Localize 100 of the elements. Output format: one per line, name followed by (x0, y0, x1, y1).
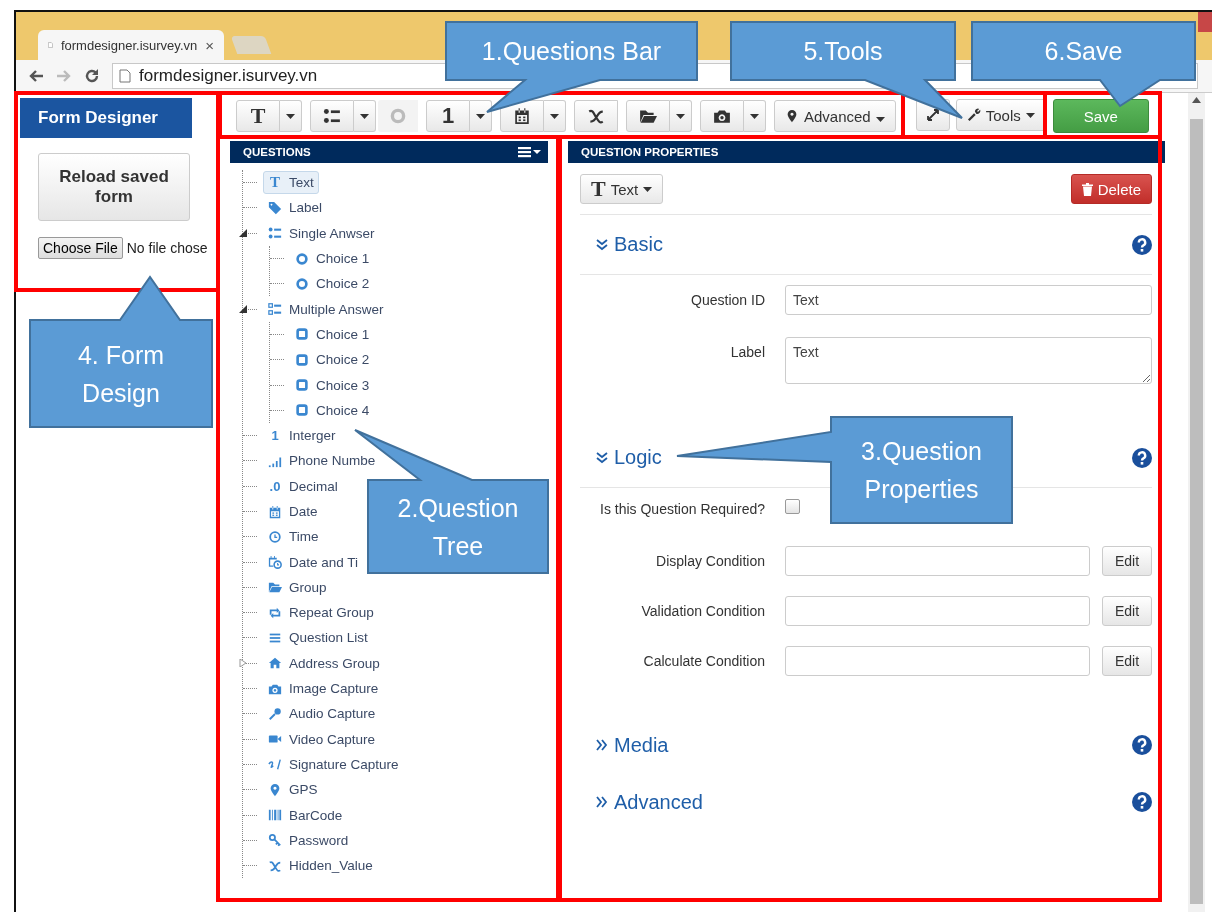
advanced-button[interactable]: Advanced (774, 100, 896, 132)
checkbox[interactable] (785, 498, 800, 514)
tree-item[interactable]: Signature Capture (263, 753, 404, 775)
dropdown-button[interactable] (280, 100, 302, 132)
tree-item[interactable]: Question List (263, 627, 373, 649)
question-type-button[interactable]: T (236, 100, 280, 132)
choose-file-button[interactable]: Choose File (38, 237, 123, 259)
variable-icon (587, 107, 605, 125)
tree-item[interactable]: Choice 4 (290, 399, 375, 421)
help-icon[interactable] (1132, 735, 1152, 755)
text-area-field[interactable]: Text (785, 337, 1152, 384)
tree-item[interactable]: Group (263, 576, 332, 598)
ring-icon (295, 276, 309, 291)
squiggle-icon (268, 757, 282, 772)
question-type-button[interactable] (574, 100, 618, 132)
lines-icon (268, 631, 282, 645)
chevron-icon (596, 738, 608, 752)
tree-item[interactable]: Date and Ti (263, 551, 364, 573)
tree-item[interactable]: Audio Capture (263, 703, 381, 725)
question-type-button[interactable] (700, 100, 744, 132)
tools-button[interactable]: Tools (955, 99, 1046, 131)
edit-button[interactable]: Edit (1102, 546, 1152, 576)
tree-item[interactable]: Video Capture (263, 728, 381, 750)
input-field[interactable] (785, 646, 1090, 676)
chevron-icon (596, 795, 608, 809)
tree-item[interactable]: Multiple Answer (263, 298, 389, 320)
question-type-button[interactable] (310, 100, 354, 132)
tree-item[interactable]: 1 Interger (263, 425, 341, 447)
tree-item[interactable]: Label (263, 197, 328, 219)
tree-item[interactable]: Choice 2 (290, 349, 375, 371)
tree-item[interactable]: .0 Decimal (263, 475, 343, 497)
tree-item[interactable]: Choice 1 (290, 323, 375, 345)
scroll-up-icon[interactable] (1192, 97, 1201, 103)
tree-item[interactable]: Date (263, 501, 323, 522)
tree-item[interactable]: Address Group (263, 652, 385, 674)
input-field[interactable] (785, 596, 1090, 626)
repeat-icon (268, 605, 282, 620)
section-toggle[interactable]: Logic (596, 446, 662, 469)
tree-item[interactable]: Password (263, 829, 354, 851)
expand-toggle-icon[interactable] (239, 228, 247, 237)
callout-label: 6.Save (1044, 36, 1123, 67)
scrollbar[interactable] (1188, 93, 1205, 912)
dropdown-button[interactable] (354, 100, 376, 132)
square-icon (295, 403, 309, 418)
type-glyph: 1 (441, 105, 455, 127)
dropdown-button[interactable] (670, 100, 692, 132)
section-toggle[interactable]: Advanced (596, 790, 703, 814)
tree-item[interactable]: Repeat Group (263, 602, 379, 624)
calendar-clock-icon (268, 555, 282, 570)
reload-button[interactable]: Reload saved form (38, 153, 190, 221)
browser-tab[interactable]: formdesigner.isurvey.vn × (38, 30, 224, 60)
tree-item[interactable]: GPS (263, 779, 323, 801)
caret-icon (1025, 112, 1035, 118)
edit-button[interactable]: Edit (1102, 596, 1152, 626)
app-title: Form Designer (20, 98, 192, 138)
tree-item[interactable]: Choice 2 (290, 273, 375, 295)
tree-item[interactable]: T Text (263, 171, 319, 195)
tree-item[interactable]: BarCode (263, 804, 348, 826)
menu-icon[interactable] (518, 146, 542, 158)
expand-toggle-icon[interactable] (239, 658, 247, 667)
camera-icon (713, 107, 731, 125)
tree-item[interactable]: Choice 3 (290, 374, 375, 396)
tree-item[interactable]: Image Capture (263, 678, 384, 700)
tree-item[interactable]: Hidden_Value (263, 855, 378, 877)
caret-icon (750, 113, 759, 119)
input-field[interactable] (785, 546, 1090, 576)
key-icon (268, 833, 282, 848)
delete-button[interactable]: Delete (1070, 174, 1152, 204)
section-toggle[interactable]: Basic (596, 233, 663, 256)
house-icon (268, 656, 282, 671)
tree-item[interactable]: Time (263, 526, 324, 548)
tree-item[interactable]: Single Anwser (263, 222, 380, 244)
edit-button[interactable]: Edit (1102, 646, 1152, 676)
callout-label: 3.Question Properties (860, 436, 983, 505)
square-icon (295, 378, 309, 392)
type-glyph: .0 (268, 478, 282, 494)
back-icon[interactable] (28, 69, 44, 83)
caret-icon (286, 113, 295, 119)
help-icon[interactable] (1132, 792, 1152, 812)
tree-item[interactable]: Phone Numbe (263, 450, 381, 472)
reload-icon[interactable] (84, 68, 100, 84)
section-toggle[interactable]: Media (596, 733, 669, 757)
question-type-button[interactable] (626, 100, 670, 132)
help-icon[interactable] (1132, 234, 1152, 255)
dropdown-button[interactable] (744, 100, 766, 132)
dropdown-button[interactable] (470, 100, 492, 132)
wrench-icon (966, 108, 981, 122)
scrollbar-thumb[interactable] (1190, 119, 1203, 904)
caret-icon (643, 186, 653, 192)
tree-item[interactable]: Choice 1 (290, 248, 375, 270)
question-type-dropdown[interactable]: T Text (580, 174, 664, 204)
help-icon[interactable] (1132, 447, 1152, 468)
url-text: formdesigner.isurvey.vn (139, 66, 318, 86)
tab-close-button[interactable]: × (205, 36, 214, 54)
dropdown-button[interactable] (544, 100, 566, 132)
field-label: Display Condition (655, 553, 766, 569)
type-glyph: T (269, 174, 281, 192)
question-type-button[interactable]: 1 (426, 100, 470, 132)
input-field[interactable]: Text (785, 285, 1152, 315)
expand-toggle-icon[interactable] (239, 304, 247, 313)
